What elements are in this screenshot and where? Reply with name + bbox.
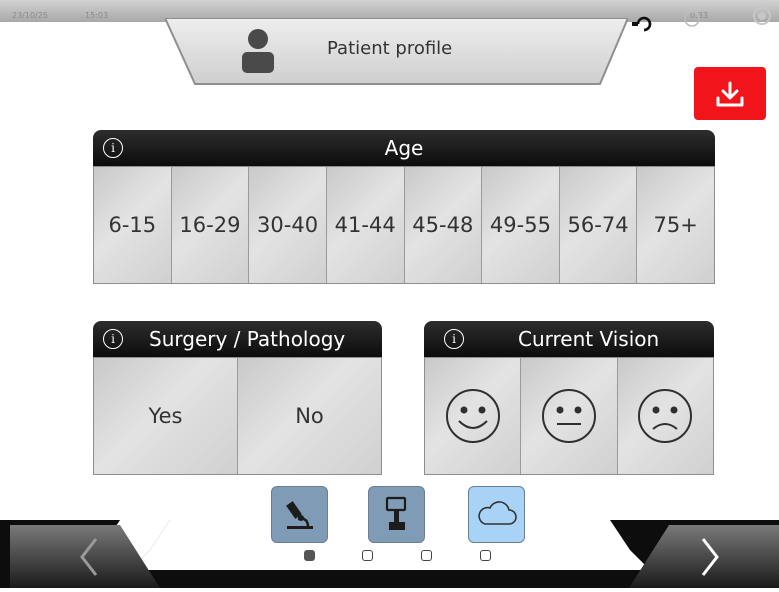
connection-icon[interactable] bbox=[630, 13, 660, 35]
age-option-16-29[interactable]: 16-29 bbox=[171, 167, 250, 283]
profile-header-tab: Patient profile bbox=[165, 18, 628, 86]
age-option-45-48[interactable]: 45-48 bbox=[404, 167, 483, 283]
vision-options bbox=[424, 357, 714, 475]
page-title: Patient profile bbox=[327, 38, 453, 59]
vision-neutral-option[interactable] bbox=[521, 358, 618, 474]
page-dot-1[interactable] bbox=[304, 550, 315, 561]
page-dot-4[interactable] bbox=[480, 550, 491, 561]
next-button-shape bbox=[629, 525, 779, 588]
microscope-icon bbox=[285, 500, 313, 529]
prev-button[interactable] bbox=[10, 525, 168, 588]
age-option-41-44[interactable]: 41-44 bbox=[326, 167, 405, 283]
surgery-yes-option[interactable]: Yes bbox=[94, 358, 238, 474]
status-date: 23/10/25 bbox=[12, 11, 48, 20]
age-option-6-15[interactable]: 6-15 bbox=[94, 167, 172, 283]
device-icon bbox=[385, 496, 406, 530]
surgery-no-option[interactable]: No bbox=[238, 358, 381, 474]
sad-face-icon bbox=[638, 389, 693, 443]
prev-button-shape bbox=[10, 525, 160, 588]
info-icon[interactable]: i bbox=[444, 329, 464, 349]
vision-panel: i Current Vision bbox=[424, 321, 714, 475]
timer-icon bbox=[684, 11, 700, 27]
surgery-options: Yes No bbox=[93, 357, 382, 475]
age-option-75-plus[interactable]: 75+ bbox=[637, 167, 714, 283]
vision-title: Current Vision bbox=[518, 327, 660, 351]
download-icon bbox=[716, 81, 744, 106]
next-button[interactable] bbox=[621, 525, 779, 588]
page-dot-3[interactable] bbox=[421, 550, 432, 561]
vision-bad-option[interactable] bbox=[617, 358, 713, 474]
power-icon[interactable] bbox=[752, 6, 772, 26]
age-option-30-40[interactable]: 30-40 bbox=[249, 167, 327, 283]
age-option-49-55[interactable]: 49-55 bbox=[482, 167, 560, 283]
age-panel-header: i Age bbox=[93, 130, 715, 166]
age-panel: i Age 6-15 16-29 30-40 41-44 45-48 49-55… bbox=[93, 130, 715, 284]
download-button[interactable] bbox=[694, 67, 766, 120]
info-icon[interactable]: i bbox=[103, 329, 123, 349]
microscope-mode-button[interactable] bbox=[271, 486, 328, 543]
happy-face-icon bbox=[445, 389, 500, 443]
neutral-face-icon bbox=[541, 389, 596, 443]
age-option-56-74[interactable]: 56-74 bbox=[559, 167, 638, 283]
age-title: Age bbox=[384, 136, 424, 160]
age-options: 6-15 16-29 30-40 41-44 45-48 49-55 56-74… bbox=[93, 166, 715, 284]
vision-panel-header: i Current Vision bbox=[424, 321, 714, 357]
surgery-panel: i Surgery / Pathology Yes No bbox=[93, 321, 382, 475]
surgery-title: Surgery / Pathology bbox=[149, 327, 346, 351]
cloud-icon bbox=[477, 500, 517, 525]
cloud-mode-button[interactable] bbox=[468, 486, 525, 543]
page-dot-2[interactable] bbox=[362, 550, 373, 561]
surgery-panel-header: i Surgery / Pathology bbox=[93, 321, 382, 357]
device-mode-button[interactable] bbox=[368, 486, 425, 543]
user-icon bbox=[242, 29, 274, 73]
status-time: 15:03 bbox=[85, 11, 109, 20]
vision-good-option[interactable] bbox=[425, 358, 522, 474]
